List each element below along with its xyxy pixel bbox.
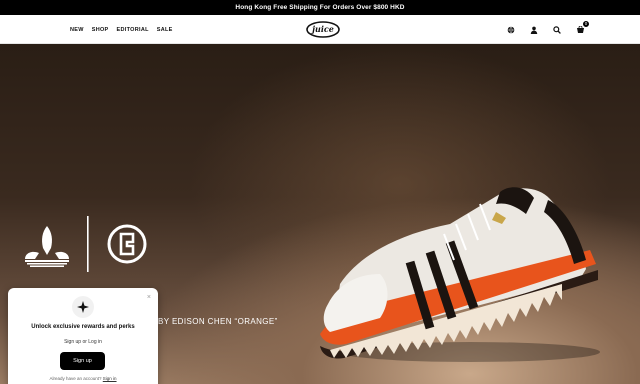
sneaker-image	[320, 187, 600, 362]
adidas-trefoil-icon	[25, 226, 69, 267]
announcement-bar: Hong Kong Free Shipping For Orders Over …	[0, 0, 640, 15]
popup-footer-text: Already have an account?	[49, 376, 102, 381]
account-icon[interactable]	[529, 25, 539, 35]
announcement-text: Hong Kong Free Shipping For Orders Over …	[235, 4, 405, 11]
cart-count-badge: 0	[582, 19, 590, 28]
nav-item-sale[interactable]: SALE	[157, 27, 173, 33]
signup-button[interactable]: Sign up	[60, 352, 105, 370]
sparkle-icon	[72, 296, 94, 318]
logo-divider	[87, 216, 89, 272]
popup-footer: Already have an account? Sign in	[8, 376, 158, 381]
header-icons: 0	[506, 15, 590, 44]
nav-item-editorial[interactable]: EDITORIAL	[117, 27, 149, 33]
globe-icon[interactable]	[506, 25, 516, 35]
adidas-clot-logos	[25, 216, 147, 272]
popup-subtitle: Sign up or Log in	[64, 339, 102, 345]
search-icon[interactable]	[552, 25, 562, 35]
nav-item-shop[interactable]: SHOP	[92, 27, 109, 33]
nav-item-new[interactable]: NEW	[70, 27, 84, 33]
clot-logo-icon	[107, 224, 147, 264]
popup-title: Unlock exclusive rewards and perks	[31, 324, 135, 330]
signin-link[interactable]: Sign in	[103, 376, 117, 381]
cart-icon[interactable]: 0	[575, 19, 590, 35]
close-icon[interactable]: ×	[147, 294, 151, 301]
hero-title: BY EDISON CHEN “ORANGE”	[158, 317, 278, 326]
site-header: NEW SHOP EDITORIAL SALE juice 0	[0, 15, 640, 44]
site-logo[interactable]: juice	[306, 21, 340, 38]
rewards-popup: × Unlock exclusive rewards and perks Sig…	[8, 288, 158, 384]
main-nav: NEW SHOP EDITORIAL SALE	[70, 15, 173, 44]
logo-text: juice	[310, 24, 334, 34]
